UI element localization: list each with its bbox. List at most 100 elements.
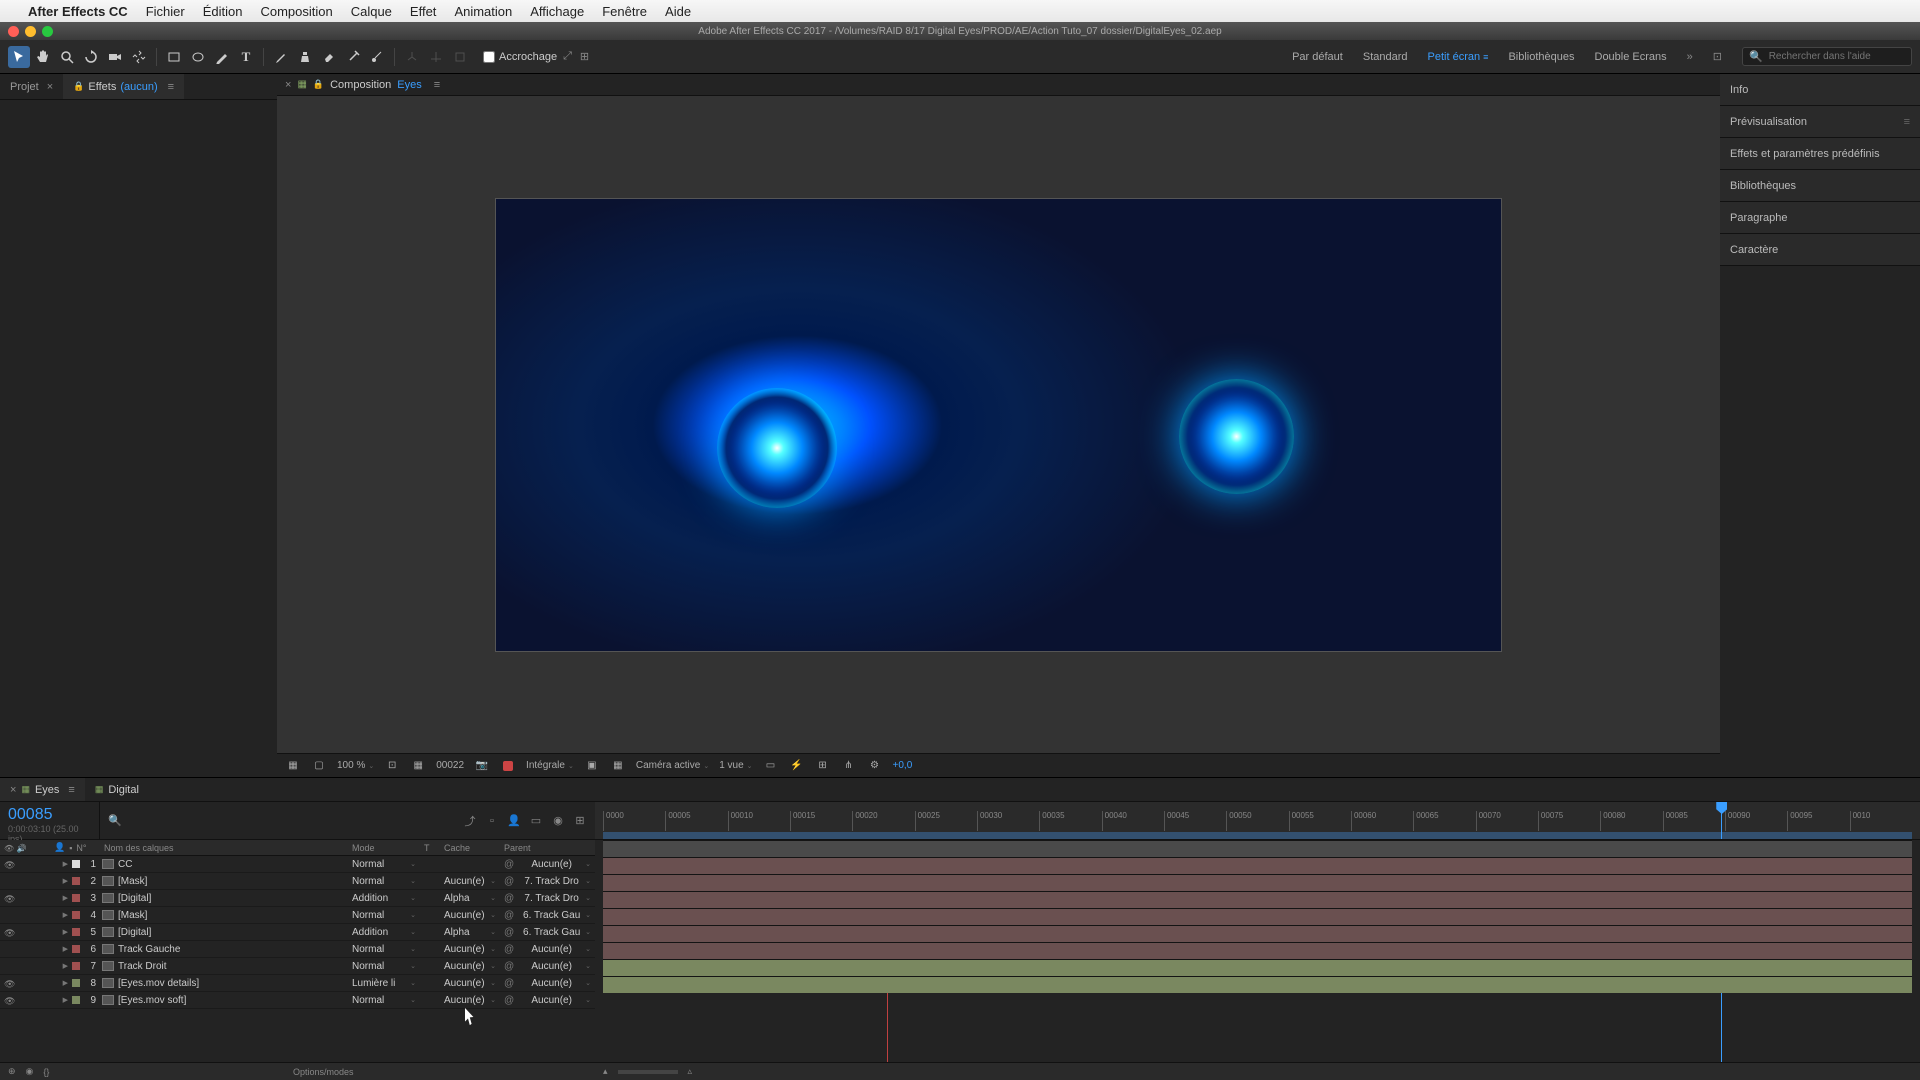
ellipse-tool[interactable] [187,46,209,68]
help-search[interactable]: 🔍 [1742,47,1912,66]
menu-hamburger-icon[interactable]: ≡ [68,784,74,796]
snap-checkbox[interactable] [483,51,495,63]
menu-aide[interactable]: Aide [665,4,691,19]
layer-row[interactable]: ▶7Track DroitNormal⌄Aucun(e)⌄@Aucun(e)⌄ [0,958,595,975]
twirl-icon[interactable]: ▶ [63,996,68,1004]
ws-bibliotheques[interactable]: Bibliothèques [1508,51,1574,63]
blend-mode-dropdown[interactable]: Addition⌄ [348,927,420,938]
track-bar[interactable] [603,959,1912,976]
snapshot-icon[interactable]: 📷 [474,758,490,774]
eye-icon[interactable]: 👁 [4,996,12,1004]
twirl-icon[interactable]: ▶ [63,928,68,936]
ws-double-ecrans[interactable]: Double Ecrans [1595,51,1667,63]
parent-dropdown[interactable]: @Aucun(e)⌄ [500,859,595,870]
layer-name-cell[interactable]: [Eyes.mov details] [100,978,348,989]
sync-settings-icon[interactable]: ⊡ [1713,50,1722,63]
menu-edition[interactable]: Édition [203,4,243,19]
track-matte-dropdown[interactable]: Aucun(e)⌄ [440,944,500,955]
solo-icon[interactable] [18,996,26,1004]
panel-paragraphe[interactable]: Paragraphe [1720,202,1920,234]
label-color[interactable] [72,945,80,953]
text-tool[interactable]: T [235,46,257,68]
layer-name-cell[interactable]: CC [100,859,348,870]
num-header[interactable]: 👤▪N° [50,842,100,853]
ws-standard[interactable]: Standard [1363,51,1408,63]
pickwhip-icon[interactable]: @ [504,859,514,870]
work-area-bar[interactable] [603,832,1912,839]
blend-mode-dropdown[interactable]: Normal⌄ [348,961,420,972]
layer-name-cell[interactable]: [Digital] [100,893,348,904]
fast-preview-icon[interactable]: ⚡ [789,758,805,774]
parent-dropdown[interactable]: @Aucun(e)⌄ [500,995,595,1006]
zoom-dropdown[interactable]: 100 %⌄ [337,760,374,771]
track-bar[interactable] [603,942,1912,959]
snap-options-icon[interactable]: ⤢ [563,50,572,63]
toggle-switches-icon[interactable]: ⊕ [8,1066,16,1077]
draft-3d-icon[interactable]: ▫ [485,815,499,827]
track-bar[interactable] [603,874,1912,891]
shy-icon[interactable]: 👤 [507,814,521,827]
pickwhip-icon[interactable]: @ [504,910,514,921]
pickwhip-icon[interactable]: @ [504,961,514,972]
eye-icon[interactable]: 👁 [4,928,12,936]
solo-icon[interactable] [18,979,26,987]
solo-icon[interactable] [18,928,26,936]
parent-dropdown[interactable]: @6. Track Gau⌄ [500,927,595,938]
transparency-grid-icon[interactable]: ▦ [610,758,626,774]
workspace-more-icon[interactable]: » [1687,51,1693,63]
track-matte-dropdown[interactable]: Aucun(e)⌄ [440,876,500,887]
layer-row[interactable]: 👁▶1CCNormal⌄@Aucun(e)⌄ [0,856,595,873]
track-matte-dropdown[interactable]: Alpha⌄ [440,927,500,938]
twirl-icon[interactable]: ▶ [63,877,68,885]
layer-name-cell[interactable]: Track Droit [100,961,348,972]
track-bar[interactable] [603,840,1912,857]
close-icon[interactable]: × [285,79,291,91]
solo-icon[interactable] [18,911,26,919]
pickwhip-icon[interactable]: @ [504,978,514,989]
layer-row[interactable]: 👁▶3[Digital]Addition⌄Alpha⌄@7. Track Dro… [0,890,595,907]
label-color[interactable] [72,877,80,885]
solo-icon[interactable] [18,945,26,953]
track-bar[interactable] [603,925,1912,942]
parent-dropdown[interactable]: @6. Track Gau⌄ [500,910,595,921]
comp-mini-flowchart-icon[interactable]: ⤴ [463,813,477,829]
eraser-tool[interactable] [318,46,340,68]
tab-projet[interactable]: Projet× [0,74,63,99]
alpha-toggle-icon[interactable]: ▦ [285,758,301,774]
pickwhip-icon[interactable]: @ [504,893,514,904]
twirl-icon[interactable]: ▶ [63,979,68,987]
toggle-switches-icon[interactable]: ◉ [26,1066,34,1077]
graph-editor-icon[interactable]: ⊞ [573,814,587,827]
name-header[interactable]: Nom des calques [100,843,348,853]
layer-row[interactable]: ▶2[Mask]Normal⌄Aucun(e)⌄@7. Track Dro⌄ [0,873,595,890]
close-icon[interactable]: × [47,81,53,93]
time-ruler[interactable]: 0000000050001000015000200002500030000350… [595,802,1920,840]
pixel-aspect-icon[interactable]: ▭ [763,758,779,774]
menu-hamburger-icon[interactable]: ≡ [168,81,174,93]
composition-preview[interactable] [496,199,1501,651]
cache-header[interactable]: Cache [440,843,500,853]
panel-effets-presets[interactable]: Effets et paramètres prédéfinis [1720,138,1920,170]
help-search-input[interactable] [1769,51,1905,62]
blend-mode-dropdown[interactable]: Lumière li⌄ [348,978,420,989]
track-matte-dropdown[interactable]: Aucun(e)⌄ [440,910,500,921]
layer-name-cell[interactable]: [Mask] [100,876,348,887]
zoom-in-icon[interactable]: ▵ [688,1066,693,1077]
camera-tool[interactable] [104,46,126,68]
layer-row[interactable]: ▶6Track GaucheNormal⌄Aucun(e)⌄@Aucun(e)⌄ [0,941,595,958]
zoom-out-icon[interactable]: ▴ [603,1066,608,1077]
track-bar[interactable] [603,891,1912,908]
zoom-tool[interactable] [56,46,78,68]
parent-dropdown[interactable]: @7. Track Dro⌄ [500,893,595,904]
pickwhip-icon[interactable]: @ [504,876,514,887]
resolution-icon[interactable]: ▢ [311,758,327,774]
menu-effet[interactable]: Effet [410,4,437,19]
frame-blend-icon[interactable]: ▭ [529,814,543,827]
menu-fichier[interactable]: Fichier [146,4,185,19]
toggle-switches-icon[interactable]: {} [43,1067,49,1077]
layer-name-cell[interactable]: [Digital] [100,927,348,938]
label-color[interactable] [72,894,80,902]
twirl-icon[interactable]: ▶ [63,962,68,970]
menu-composition[interactable]: Composition [260,4,332,19]
layer-row[interactable]: 👁▶8[Eyes.mov details]Lumière li⌄Aucun(e)… [0,975,595,992]
